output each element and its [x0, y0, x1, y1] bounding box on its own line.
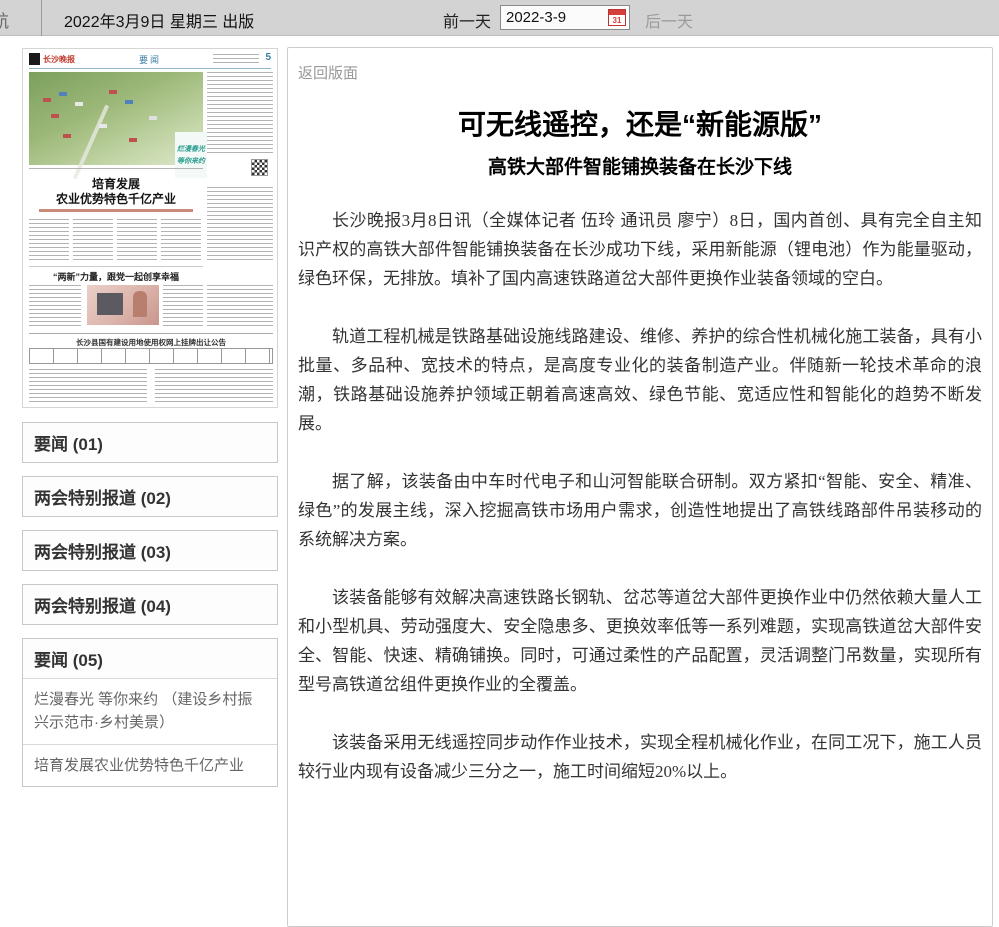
article-body: 长沙晚报3月8日讯（全媒体记者 伍玲 通讯员 廖宁）8日，国内首创、具有完全自主…: [298, 206, 982, 786]
article-paragraph: 轨道工程机械是铁路基础设施线路建设、维修、养护的综合性机械化施工装备，具有小批量…: [298, 322, 982, 438]
article-subtitle: 高铁大部件智能铺换装备在长沙下线: [298, 152, 982, 179]
section-list: 要闻 (01) 两会特别报道 (02) 两会特别报道 (03) 两会特别报道 (…: [22, 422, 278, 787]
section-label[interactable]: 要闻 (05): [23, 639, 277, 678]
thumb-subheadline-bar: [39, 209, 193, 212]
article-paragraph: 该装备采用无线遥控同步动作作业技术，实现全程机械化作业，在同工况下，施工人员较行…: [298, 728, 982, 786]
thumb-text-column: [29, 219, 69, 263]
photo-machine: [97, 293, 123, 315]
thumb-divider: [29, 266, 203, 267]
photo-roof: [99, 124, 107, 128]
thumb-text-column: [155, 369, 273, 403]
section-label[interactable]: 两会特别报道 (04): [23, 585, 277, 624]
spring-promo-line1: 烂漫春光: [177, 144, 205, 154]
thumb-text-column: [161, 219, 201, 263]
photo-person: [133, 291, 147, 317]
sidebar: 长沙晚报 要闻 5 烂漫春光 等你来约 培育发展 农业优势特色千亿产业: [22, 48, 278, 800]
thumb-text-column: [73, 219, 113, 263]
topbar: 航 2022年3月9日 星期三 出版 前一天 31 后一天: [0, 0, 999, 36]
section-label[interactable]: 要闻 (01): [23, 423, 277, 462]
photo-roof: [59, 92, 67, 96]
section-item-yaowen-05: 要闻 (05) 烂漫春光 等你来约 （建设乡村振兴示范市·乡村美景） 培育发展农…: [22, 638, 278, 787]
thumb-notice-table: [29, 348, 273, 364]
back-to-page-link[interactable]: 返回版面: [298, 62, 358, 83]
date-picker[interactable]: 31: [500, 5, 630, 30]
photo-caption-lines: [29, 168, 203, 172]
thumb-right-column: [207, 285, 273, 329]
article-panel: 返回版面 可无线遥控，还是“新能源版” 高铁大部件智能铺换装备在长沙下线 长沙晚…: [287, 47, 993, 927]
thumb-text-column: [163, 285, 203, 329]
next-day-link[interactable]: 后一天: [645, 8, 693, 32]
thumb-worker-photo: [87, 285, 159, 325]
article-link[interactable]: 烂漫春光 等你来约 （建设乡村振兴示范市·乡村美景）: [23, 678, 277, 744]
section-label[interactable]: 两会特别报道 (03): [23, 531, 277, 570]
photo-roof: [43, 98, 51, 102]
date-input[interactable]: [501, 9, 608, 26]
section-item-yaowen-01[interactable]: 要闻 (01): [22, 422, 278, 463]
thumb-right-column: [207, 187, 273, 263]
thumb-text-column: [29, 369, 147, 403]
section-item-lianghui-04[interactable]: 两会特别报道 (04): [22, 584, 278, 625]
article-title: 可无线遥控，还是“新能源版”: [298, 103, 982, 143]
thumb-divider: [29, 333, 273, 334]
article-paragraph: 据了解，该装备由中车时代电子和山河智能联合研制。双方紧扣“智能、安全、精准、绿色…: [298, 467, 982, 554]
photo-roof: [149, 116, 157, 120]
prev-day-link[interactable]: 前一天: [443, 8, 491, 32]
thumb-headline-line1: 培育发展: [29, 177, 203, 192]
nav-overflow-label[interactable]: 航: [0, 7, 9, 32]
qr-code-icon: [251, 159, 268, 176]
newspaper-page-thumbnail[interactable]: 长沙晚报 要闻 5 烂漫春光 等你来约 培育发展 农业优势特色千亿产业: [22, 48, 278, 408]
thumb-headline-line2: 农业优势特色千亿产业: [29, 192, 203, 207]
thumb-text-column: [29, 285, 81, 329]
thumb-text-column: [117, 219, 157, 263]
article-paragraph: 长沙晚报3月8日讯（全媒体记者 伍玲 通讯员 廖宁）8日，国内首创、具有完全自主…: [298, 206, 982, 293]
topbar-divider: [41, 0, 42, 36]
photo-roof: [75, 102, 83, 106]
thumb-notice-headline: 长沙县国有建设用地使用权网上挂牌出让公告: [29, 337, 273, 348]
section-item-lianghui-02[interactable]: 两会特别报道 (02): [22, 476, 278, 517]
thumb-mid-headline: “两新”力量，跟党一起创享幸福: [29, 270, 203, 283]
masthead-meta-lines: [213, 54, 259, 63]
thumb-aerial-photo: 烂漫春光 等你来约: [29, 72, 203, 165]
calendar-icon[interactable]: 31: [608, 9, 626, 26]
thumb-right-column: [207, 72, 273, 156]
section-label[interactable]: 两会特别报道 (02): [23, 477, 277, 516]
publish-date-label: 2022年3月9日 星期三 出版: [64, 8, 254, 32]
photo-roof: [109, 90, 117, 94]
section-item-lianghui-03[interactable]: 两会特别报道 (03): [22, 530, 278, 571]
photo-roof: [125, 100, 133, 104]
article-paragraph: 该装备能够有效解决高速铁路长钢轨、岔芯等道岔大部件更换作业中仍然依赖大量人工和小…: [298, 583, 982, 699]
thumb-page-number: 5: [265, 52, 271, 63]
calendar-icon-day: 31: [609, 15, 625, 25]
spring-promo-line2: 等你来约: [177, 156, 205, 166]
masthead-rule: [29, 68, 271, 69]
photo-roof: [63, 134, 71, 138]
photo-roof: [129, 138, 137, 142]
photo-roof: [51, 114, 59, 118]
article-link[interactable]: 培育发展农业优势特色千亿产业: [23, 744, 277, 786]
thumb-main-headline: 培育发展 农业优势特色千亿产业: [29, 177, 203, 207]
